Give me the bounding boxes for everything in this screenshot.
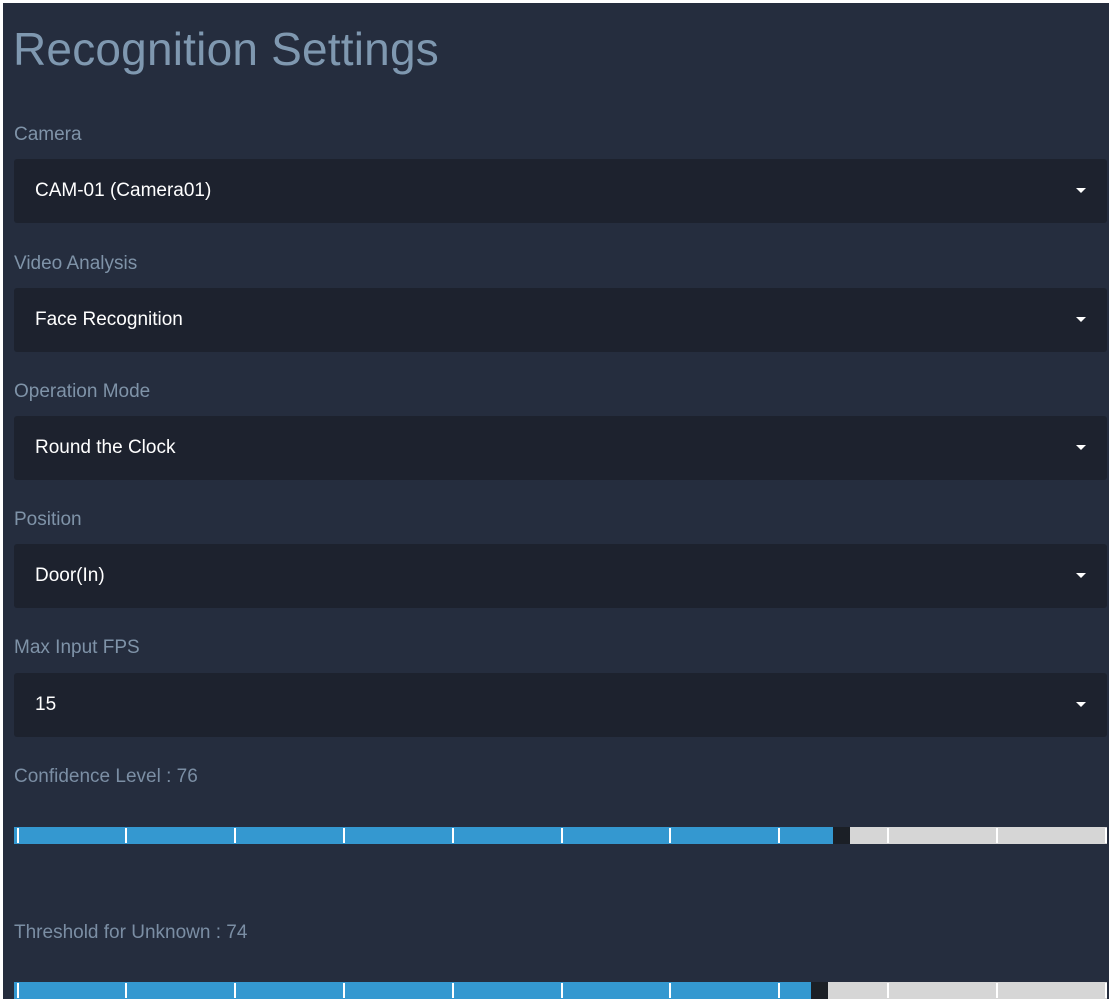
slider-tick bbox=[887, 828, 889, 843]
slider-fill bbox=[14, 982, 811, 999]
max-input-fps-select[interactable]: 15 bbox=[14, 673, 1107, 737]
slider-tick bbox=[234, 828, 236, 843]
slider-tick bbox=[234, 983, 236, 998]
slider-fill bbox=[14, 827, 833, 844]
slider-tick bbox=[17, 983, 19, 998]
recognition-settings-panel: Recognition Settings Camera CAM-01 (Came… bbox=[0, 0, 1112, 999]
slider-tick bbox=[343, 828, 345, 843]
confidence-level-label: Confidence Level : 76 bbox=[14, 766, 198, 787]
threshold-unknown-slider[interactable] bbox=[14, 982, 1107, 999]
slider-tick bbox=[778, 828, 780, 843]
camera-select[interactable]: CAM-01 (Camera01) bbox=[14, 159, 1107, 223]
max-input-fps-label: Max Input FPS bbox=[14, 637, 140, 658]
slider-thumb[interactable] bbox=[833, 827, 850, 844]
position-select[interactable]: Door(In) bbox=[14, 544, 1107, 608]
confidence-level-slider[interactable] bbox=[14, 827, 1107, 844]
slider-tick bbox=[996, 983, 998, 998]
slider-tick bbox=[778, 983, 780, 998]
video-analysis-label: Video Analysis bbox=[14, 253, 138, 274]
slider-tick bbox=[561, 983, 563, 998]
position-select-value: Door(In) bbox=[35, 565, 105, 586]
slider-tick bbox=[996, 828, 998, 843]
slider-thumb[interactable] bbox=[811, 982, 828, 999]
caret-down-icon bbox=[1076, 573, 1086, 578]
video-analysis-select-value: Face Recognition bbox=[35, 309, 183, 330]
slider-tick bbox=[452, 983, 454, 998]
max-input-fps-select-value: 15 bbox=[35, 694, 57, 715]
slider-tick bbox=[1105, 983, 1107, 998]
slider-tick bbox=[125, 983, 127, 998]
slider-tick bbox=[887, 983, 889, 998]
slider-tick bbox=[17, 828, 19, 843]
video-analysis-select[interactable]: Face Recognition bbox=[14, 288, 1107, 352]
slider-tick bbox=[125, 828, 127, 843]
caret-down-icon bbox=[1076, 317, 1086, 322]
operation-mode-select-value: Round the Clock bbox=[35, 437, 176, 458]
caret-down-icon bbox=[1076, 445, 1086, 450]
caret-down-icon bbox=[1076, 702, 1086, 707]
page-title: Recognition Settings bbox=[13, 23, 439, 75]
camera-label: Camera bbox=[14, 124, 82, 145]
slider-tick bbox=[669, 828, 671, 843]
slider-tick bbox=[1105, 828, 1107, 843]
position-label: Position bbox=[14, 509, 82, 530]
operation-mode-label: Operation Mode bbox=[14, 381, 151, 402]
slider-tick bbox=[561, 828, 563, 843]
slider-tick bbox=[669, 983, 671, 998]
slider-tick bbox=[452, 828, 454, 843]
slider-tick bbox=[343, 983, 345, 998]
threshold-unknown-label: Threshold for Unknown : 74 bbox=[14, 922, 248, 943]
caret-down-icon bbox=[1076, 188, 1086, 193]
operation-mode-select[interactable]: Round the Clock bbox=[14, 416, 1107, 480]
camera-select-value: CAM-01 (Camera01) bbox=[35, 180, 212, 201]
